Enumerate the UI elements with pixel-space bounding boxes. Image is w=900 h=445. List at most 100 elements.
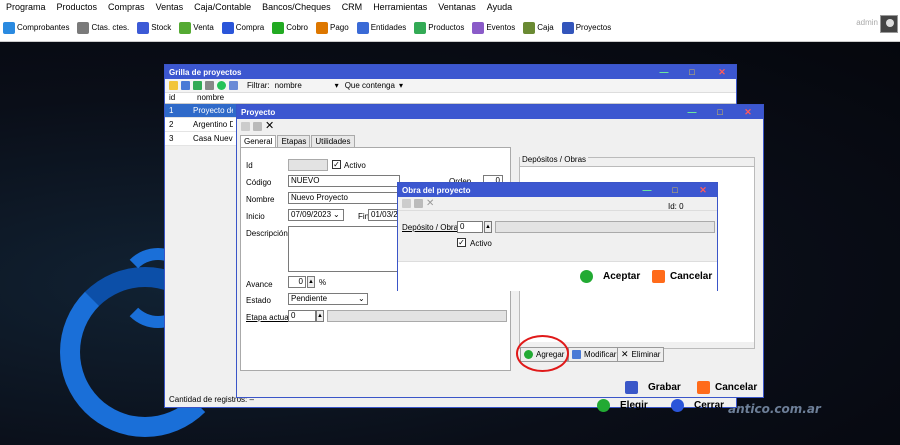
new-icon[interactable] bbox=[241, 121, 250, 131]
toolbar-button[interactable]: Compra bbox=[221, 21, 264, 34]
save-icon[interactable] bbox=[414, 199, 423, 208]
check-icon bbox=[597, 399, 610, 412]
close-icon[interactable]: ✕ bbox=[694, 183, 712, 197]
maximize-icon[interactable]: □ bbox=[683, 65, 701, 79]
toolbar-button[interactable]: Cobro bbox=[272, 21, 308, 34]
deposito-spinner[interactable]: ▲ bbox=[484, 221, 492, 233]
maximize-icon[interactable]: □ bbox=[711, 105, 729, 119]
fin-date-picker[interactable]: 01/03/2 bbox=[368, 209, 400, 221]
group-title: Depósitos / Obras bbox=[520, 155, 589, 164]
modificar-button[interactable]: Modificar bbox=[568, 347, 621, 362]
tab-utilidades[interactable]: Utilidades bbox=[311, 135, 355, 147]
window-title-bar: Grilla de proyectos — □ ✕ bbox=[165, 65, 736, 79]
id-field bbox=[288, 159, 328, 171]
toolbar-button-label: Productos bbox=[428, 23, 465, 32]
window-title: Obra del proyecto bbox=[402, 185, 471, 195]
excel-icon[interactable] bbox=[193, 81, 202, 90]
toolbar-button[interactable]: Stock bbox=[137, 21, 171, 34]
minimize-icon[interactable]: — bbox=[683, 105, 701, 119]
toolbar-button[interactable]: Proyectos bbox=[561, 21, 611, 34]
toolbar-button[interactable]: Comprobantes bbox=[3, 21, 69, 34]
etapa-actual-field[interactable]: 0 bbox=[288, 310, 316, 322]
deposito-obra-field[interactable]: 0 bbox=[457, 221, 483, 233]
avance-label: Avance bbox=[246, 280, 273, 289]
column-header[interactable]: id bbox=[165, 93, 193, 103]
column-header[interactable]: nombre bbox=[193, 93, 253, 103]
whatsapp-icon[interactable] bbox=[217, 81, 226, 90]
toolbar-button[interactable]: Eventos bbox=[472, 21, 515, 34]
modificar-label: Modificar bbox=[584, 350, 617, 359]
chevron-down-icon[interactable]: ⌄ bbox=[358, 294, 365, 303]
delete-x-icon[interactable]: ✕ bbox=[265, 121, 274, 132]
filter-field-select[interactable]: nombre bbox=[275, 81, 335, 90]
elegir-button[interactable]: Elegir bbox=[597, 399, 648, 412]
main-toolbar: Comprobantes Ctas. ctes. Stock Venta Compra C… bbox=[0, 14, 900, 42]
activo-label: Activo bbox=[344, 161, 366, 170]
cancel-x-icon bbox=[697, 381, 710, 394]
aceptar-label: Aceptar bbox=[603, 271, 641, 282]
toolbar-button[interactable]: Ctas. ctes. bbox=[77, 21, 130, 34]
new-icon[interactable] bbox=[169, 81, 178, 90]
grabar-button[interactable]: Grabar bbox=[625, 381, 681, 394]
obra-cancelar-button[interactable]: Cancelar bbox=[652, 270, 712, 283]
copy-icon[interactable] bbox=[229, 81, 238, 90]
money-out-icon bbox=[316, 21, 329, 34]
aceptar-button[interactable]: Aceptar bbox=[580, 270, 640, 283]
minimize-icon[interactable]: — bbox=[655, 65, 673, 79]
deposito-obra-label[interactable]: Depósito / Obra bbox=[402, 223, 458, 232]
delete-x-icon[interactable]: ✕ bbox=[426, 198, 434, 209]
toolbar-button[interactable]: Caja bbox=[523, 21, 554, 34]
eliminar-button[interactable]: ✕ Eliminar bbox=[617, 347, 665, 362]
cell-id: 1 bbox=[169, 106, 174, 115]
menu-item[interactable]: Ventanas bbox=[438, 2, 476, 12]
toolbar-button-label: Pago bbox=[330, 23, 349, 32]
toolbar-button-label: Venta bbox=[193, 23, 214, 32]
stock-icon bbox=[137, 21, 150, 34]
codigo-field[interactable]: NUEVO bbox=[288, 175, 400, 187]
obra-activo-checkbox[interactable]: ✓ bbox=[457, 238, 466, 247]
products-icon bbox=[414, 21, 427, 34]
descripcion-textarea[interactable] bbox=[288, 226, 400, 272]
inicio-label: Inicio bbox=[246, 212, 265, 221]
menu-item[interactable]: Programa bbox=[6, 2, 46, 12]
toolbar-button-label: Ctas. ctes. bbox=[91, 23, 130, 32]
cerrar-button[interactable]: Cerrar bbox=[671, 399, 724, 412]
avatar[interactable] bbox=[880, 15, 898, 33]
close-icon[interactable]: ✕ bbox=[739, 105, 757, 119]
menu-item[interactable]: Ayuda bbox=[487, 2, 512, 12]
toolbar-button[interactable]: Pago bbox=[316, 21, 349, 34]
toolbar-button[interactable]: Productos bbox=[414, 21, 465, 34]
chevron-down-icon[interactable]: ⌄ bbox=[333, 210, 340, 219]
avance-field[interactable]: 0 bbox=[288, 276, 306, 288]
tab-general[interactable]: General bbox=[240, 135, 277, 147]
deposito-description-field bbox=[495, 221, 715, 233]
minimize-icon[interactable]: — bbox=[638, 183, 656, 197]
close-icon[interactable]: ✕ bbox=[713, 65, 731, 79]
edit-icon[interactable] bbox=[181, 81, 190, 90]
chevron-down-icon[interactable]: ▾ bbox=[399, 81, 403, 90]
estado-select[interactable]: Pendiente bbox=[288, 293, 368, 305]
menu-item[interactable]: Caja/Contable bbox=[194, 2, 251, 12]
toolbar-button[interactable]: Venta bbox=[179, 21, 214, 34]
menu-item[interactable]: Bancos/Cheques bbox=[262, 2, 331, 12]
nombre-field[interactable]: Nuevo Proyecto bbox=[288, 192, 400, 204]
toolbar-button[interactable]: Entidades bbox=[356, 21, 406, 34]
menu-item[interactable]: Compras bbox=[108, 2, 145, 12]
filter-mode-select[interactable]: Que contenga bbox=[345, 81, 395, 90]
obra-activo-label: Activo bbox=[470, 239, 492, 248]
menu-item[interactable]: CRM bbox=[342, 2, 363, 12]
activo-checkbox[interactable]: ✓ bbox=[332, 160, 341, 169]
save-icon[interactable] bbox=[253, 121, 262, 131]
avance-spinner[interactable]: ▲ bbox=[307, 276, 315, 288]
etapa-actual-label[interactable]: Etapa actual bbox=[246, 313, 290, 322]
menu-item[interactable]: Herramientas bbox=[373, 2, 427, 12]
menu-item[interactable]: Productos bbox=[57, 2, 98, 12]
print-icon[interactable] bbox=[205, 81, 214, 90]
cancelar-button[interactable]: Cancelar bbox=[697, 381, 757, 394]
etapa-spinner[interactable]: ▲ bbox=[316, 310, 324, 322]
chevron-down-icon[interactable]: ▾ bbox=[335, 81, 339, 90]
tab-etapas[interactable]: Etapas bbox=[277, 135, 311, 147]
new-icon[interactable] bbox=[402, 199, 411, 208]
menu-item[interactable]: Ventas bbox=[156, 2, 184, 12]
maximize-icon[interactable]: □ bbox=[666, 183, 684, 197]
